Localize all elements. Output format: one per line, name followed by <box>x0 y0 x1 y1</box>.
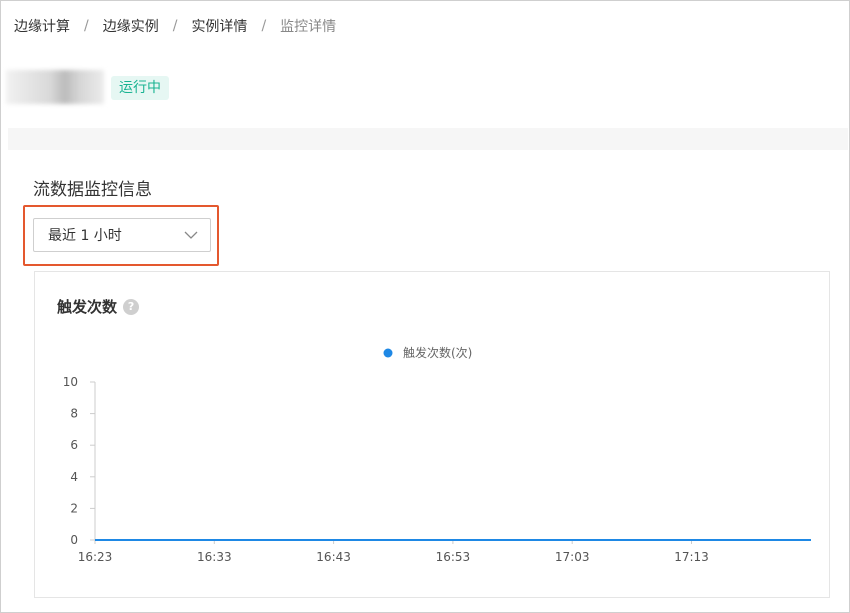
x-tick-label: 16:43 <box>316 550 351 564</box>
x-tick-label: 16:33 <box>197 550 232 564</box>
y-tick-label: 2 <box>70 501 78 515</box>
chart-legend: 触发次数(次) <box>383 345 472 360</box>
y-tick-label: 10 <box>63 375 78 389</box>
x-tick-label: 16:53 <box>436 550 471 564</box>
y-axis: 0 2 4 6 8 10 <box>63 375 96 547</box>
y-tick-label: 0 <box>70 533 78 547</box>
x-axis: 16:23 16:33 16:43 16:53 17:03 17:13 <box>78 540 709 564</box>
legend-marker[interactable] <box>383 348 393 358</box>
legend-label[interactable]: 触发次数(次) <box>403 345 472 360</box>
y-tick-label: 8 <box>70 407 78 421</box>
trigger-count-chart: 触发次数(次) 0 2 4 6 8 10 16:23 16:33 16:43 16:53 17:0… <box>63 345 811 564</box>
y-tick-label: 4 <box>70 470 78 484</box>
x-tick-label: 17:13 <box>674 550 709 564</box>
x-tick-label: 17:03 <box>555 550 590 564</box>
x-tick-label: 16:23 <box>78 550 113 564</box>
y-tick-label: 6 <box>70 438 78 452</box>
